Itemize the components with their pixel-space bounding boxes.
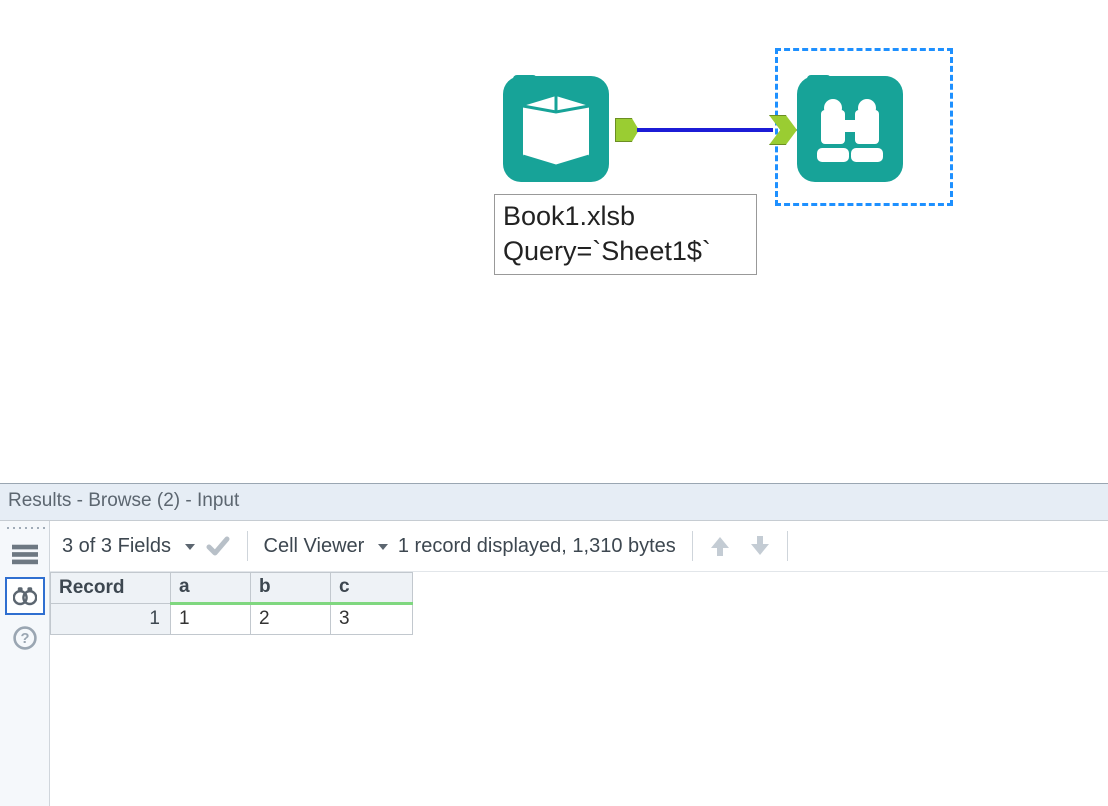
svg-text:?: ? [20,631,29,647]
separator [692,531,693,561]
chevron-down-icon [185,544,195,550]
annotation-line1: Book1.xlsb [503,199,748,234]
binoculars-icon [797,76,903,182]
next-record-button[interactable] [749,534,771,558]
messages-view-button[interactable] [5,535,45,573]
list-icon [12,542,38,566]
results-panel: Results - Browse (2) - Input [0,483,1108,806]
help-icon: ? [12,623,38,653]
help-view-button[interactable]: ? [5,619,45,657]
table-row[interactable]: 1 1 2 3 [51,604,413,635]
output-anchor[interactable] [615,118,639,142]
browse-view-button[interactable] [5,577,45,615]
arrow-down-icon [749,534,771,558]
browse-tool[interactable] [797,76,903,182]
connection-line[interactable] [637,128,773,132]
column-header-a[interactable]: a [171,573,251,604]
results-sidebar: ? [0,521,50,806]
open-book-icon [503,76,609,182]
data-grid[interactable]: Record a b c 1 1 2 3 [50,572,1108,635]
fields-dropdown[interactable]: 3 of 3 Fields [62,535,195,558]
separator [247,531,248,561]
annotation-line2: Query=`Sheet1$` [503,234,748,269]
record-column-header[interactable]: Record [51,573,171,604]
cell-viewer-dropdown[interactable]: Cell Viewer [264,535,388,558]
grip-handle[interactable] [5,525,45,531]
check-icon [205,533,231,559]
column-header-b[interactable]: b [251,573,331,604]
results-main: 3 of 3 Fields Cell Viewer 1 record displ… [50,521,1108,806]
results-title: Results - Browse (2) - Input [0,483,1108,520]
record-info-label: 1 record displayed, 1,310 bytes [398,535,676,558]
row-number: 1 [51,604,171,635]
input-data-tool[interactable] [503,76,609,182]
separator [787,531,788,561]
fields-dropdown-label: 3 of 3 Fields [62,535,171,557]
chevron-down-icon [378,544,388,550]
tool-annotation: Book1.xlsb Query=`Sheet1$` [494,194,757,275]
results-toolbar: 3 of 3 Fields Cell Viewer 1 record displ… [50,521,1108,572]
cell-viewer-label: Cell Viewer [264,535,365,557]
workflow-canvas[interactable]: Book1.xlsb Query=`Sheet1$` [0,0,1108,483]
cell[interactable]: 1 [171,604,251,635]
cell[interactable]: 2 [251,604,331,635]
arrow-up-icon [709,534,731,558]
apply-fields-button[interactable] [205,533,231,559]
column-header-c[interactable]: c [331,573,413,604]
cell[interactable]: 3 [331,604,413,635]
prev-record-button[interactable] [709,534,731,558]
binoculars-small-icon [13,583,37,609]
